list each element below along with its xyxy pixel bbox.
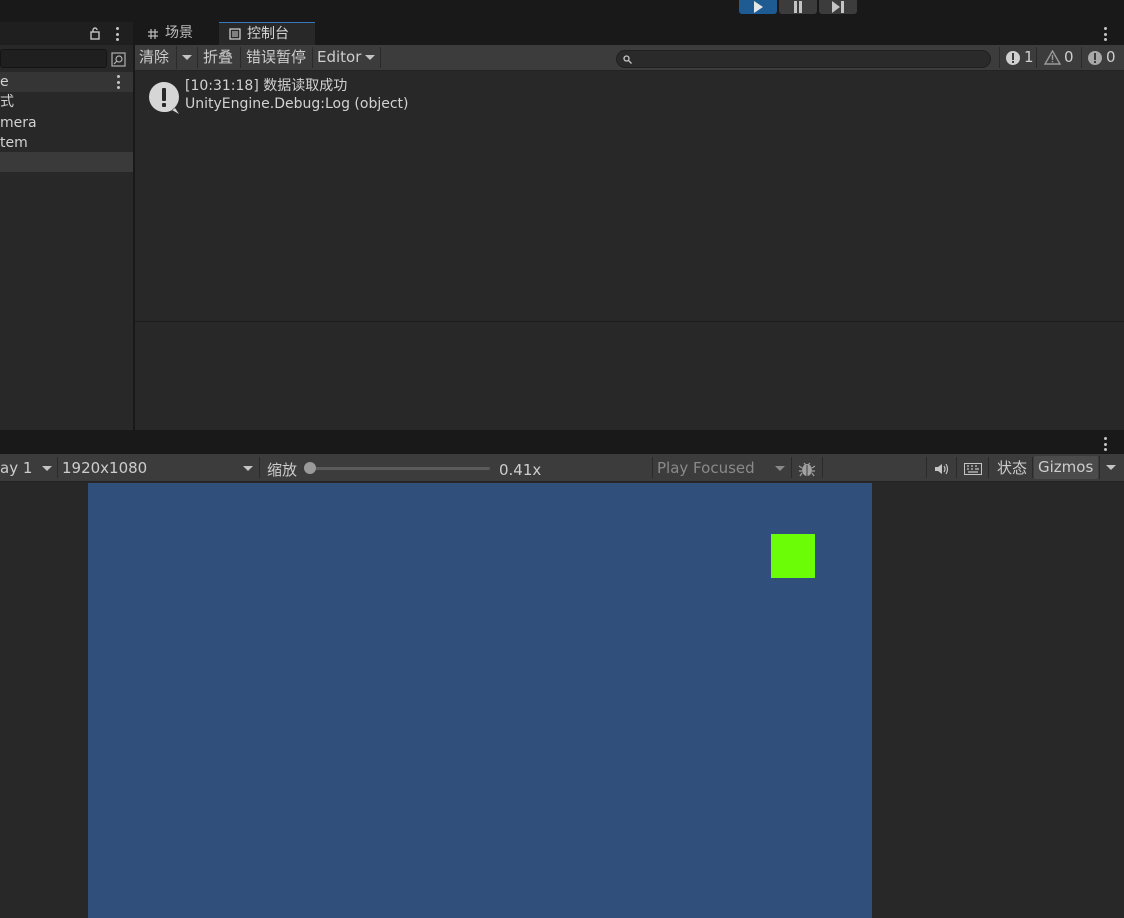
scale-slider-track[interactable] bbox=[305, 467, 490, 470]
gizmos-button[interactable]: Gizmos bbox=[1034, 456, 1098, 479]
tab-scene-label: 场景 bbox=[165, 25, 193, 41]
gizmos-label: Gizmos bbox=[1038, 458, 1094, 476]
tab-scene[interactable]: 场景 bbox=[137, 22, 219, 45]
console-toolbar: 清除 折叠 错误暂停 Editor 1 0 0 bbox=[135, 45, 1124, 71]
play-mode-dropdown[interactable]: Play Focused bbox=[657, 457, 789, 479]
audio-icon[interactable] bbox=[934, 463, 950, 475]
chevron-down-icon bbox=[1105, 465, 1116, 470]
separator bbox=[57, 457, 58, 478]
chevron-down-icon bbox=[775, 465, 785, 471]
scale-slider-thumb[interactable] bbox=[304, 462, 316, 474]
stats-button[interactable]: 状态 bbox=[997, 457, 1027, 479]
error-count-toggle[interactable]: 1 bbox=[1001, 46, 1038, 69]
scene-header-row[interactable]: e bbox=[0, 72, 133, 92]
info-icon bbox=[1088, 50, 1102, 65]
chevron-down-icon bbox=[181, 55, 192, 60]
pause-icon bbox=[794, 1, 802, 13]
log-list: [10:31:18] 数据读取成功 UnityEngine.Debug:Log … bbox=[135, 72, 1124, 321]
console-search-input[interactable] bbox=[616, 50, 991, 68]
lock-icon[interactable] bbox=[90, 27, 100, 40]
game-toolbar: ay 1 1920x1080 缩放 0.41x Play Focused 状态 … bbox=[0, 454, 1124, 482]
separator bbox=[988, 457, 989, 478]
game-menu-icon[interactable] bbox=[1103, 437, 1107, 451]
console-menu-icon[interactable] bbox=[1103, 27, 1107, 41]
play-mode-label: Play Focused bbox=[657, 459, 755, 477]
tab-console[interactable]: 控制台 bbox=[219, 22, 315, 45]
search-by-type-icon[interactable] bbox=[111, 52, 126, 67]
error-icon bbox=[1006, 50, 1020, 65]
game-object-square bbox=[771, 534, 815, 578]
grid-icon bbox=[148, 28, 158, 39]
chevron-down-icon bbox=[243, 465, 253, 471]
play-icon bbox=[754, 1, 763, 13]
separator bbox=[1036, 47, 1037, 68]
separator bbox=[999, 47, 1000, 68]
separator bbox=[652, 457, 653, 478]
log-message-icon bbox=[149, 82, 179, 114]
tab-console-label: 控制台 bbox=[247, 25, 289, 42]
log-message: [10:31:18] 数据读取成功 bbox=[185, 78, 348, 94]
hierarchy-search-input[interactable] bbox=[0, 49, 107, 68]
hierarchy-menu-icon[interactable] bbox=[115, 27, 119, 41]
game-view: ay 1 1920x1080 缩放 0.41x Play Focused 状态 … bbox=[0, 432, 1124, 918]
step-icon bbox=[832, 1, 844, 13]
bug-icon[interactable] bbox=[798, 461, 816, 477]
game-tabbar bbox=[0, 432, 1124, 454]
clear-button[interactable]: 清除 bbox=[135, 46, 173, 69]
info-count-toggle[interactable]: 0 bbox=[1083, 46, 1120, 69]
display-dropdown[interactable]: ay 1 bbox=[0, 457, 56, 479]
warning-icon bbox=[1044, 50, 1061, 65]
pause-button[interactable] bbox=[779, 0, 817, 14]
hierarchy-selected-row[interactable] bbox=[0, 152, 133, 172]
separator bbox=[197, 47, 198, 68]
console-icon bbox=[229, 28, 241, 40]
chevron-down-icon bbox=[365, 55, 376, 60]
display-label: ay 1 bbox=[0, 459, 33, 477]
play-button[interactable] bbox=[739, 0, 777, 14]
clear-options-dropdown[interactable] bbox=[176, 46, 196, 69]
search-icon bbox=[623, 55, 632, 64]
step-button[interactable] bbox=[819, 0, 857, 14]
separator bbox=[956, 457, 957, 478]
resolution-dropdown[interactable]: 1920x1080 bbox=[62, 457, 257, 479]
hierarchy-item[interactable]: tem bbox=[0, 133, 133, 153]
scale-label: 缩放 bbox=[267, 461, 298, 479]
gizmos-dropdown[interactable] bbox=[1099, 456, 1121, 479]
scene-menu-icon[interactable] bbox=[116, 75, 120, 89]
hierarchy-item-label: e bbox=[0, 74, 9, 90]
separator bbox=[259, 457, 260, 478]
hierarchy-tabbar bbox=[0, 22, 133, 45]
separator bbox=[380, 47, 381, 68]
separator bbox=[240, 47, 241, 68]
separator bbox=[1032, 457, 1033, 478]
warning-count: 0 bbox=[1064, 48, 1074, 66]
hierarchy-item[interactable]: 式 bbox=[0, 92, 133, 112]
error-pause-button[interactable]: 错误暂停 bbox=[242, 46, 310, 69]
separator bbox=[791, 457, 792, 478]
hierarchy-item[interactable]: mera bbox=[0, 113, 133, 133]
editor-dropdown[interactable]: Editor bbox=[313, 46, 379, 69]
console-panel: 场景 控制台 清除 折叠 错误暂停 Editor 1 0 0 [10:31:18… bbox=[135, 22, 1124, 430]
keyboard-icon[interactable] bbox=[964, 463, 982, 475]
error-count: 1 bbox=[1024, 48, 1034, 66]
top-toolbar bbox=[0, 0, 1124, 22]
log-detail-pane bbox=[135, 321, 1124, 430]
console-tabbar: 场景 控制台 bbox=[135, 22, 1124, 45]
resolution-label: 1920x1080 bbox=[62, 459, 148, 477]
collapse-button[interactable]: 折叠 bbox=[199, 46, 237, 69]
warning-count-toggle[interactable]: 0 bbox=[1040, 46, 1078, 69]
editor-dropdown-label: Editor bbox=[317, 48, 362, 66]
scale-value: 0.41x bbox=[499, 461, 542, 479]
hierarchy-panel: e 式 mera tem bbox=[0, 22, 133, 430]
separator bbox=[926, 457, 927, 478]
separator bbox=[822, 457, 823, 478]
game-viewport[interactable] bbox=[88, 483, 872, 918]
log-stacktrace: UnityEngine.Debug:Log (object) bbox=[185, 96, 409, 112]
chevron-down-icon bbox=[42, 465, 52, 471]
info-count: 0 bbox=[1106, 48, 1116, 66]
separator bbox=[1081, 47, 1082, 68]
